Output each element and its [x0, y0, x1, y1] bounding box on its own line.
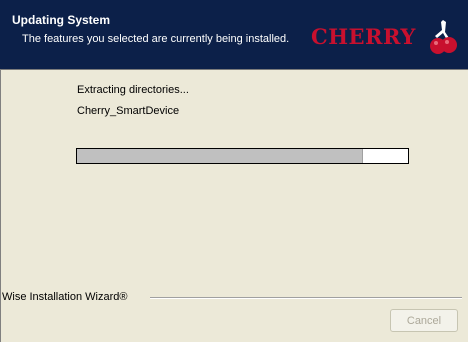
progress-bar	[76, 148, 409, 164]
status-line-action: Extracting directories...	[77, 84, 189, 96]
installer-window: Updating System The features you selecte…	[0, 0, 468, 342]
progress-fill	[77, 149, 363, 163]
cancel-button[interactable]: Cancel	[390, 309, 458, 332]
header-banner: Updating System The features you selecte…	[0, 0, 468, 70]
cherry-logo: CHERRY	[311, 18, 463, 58]
header-title: Updating System	[12, 13, 111, 27]
cherry-icon	[430, 20, 457, 54]
status-line-component: Cherry_SmartDevice	[77, 105, 180, 117]
wizard-branding-label: Wise Installation Wizard®	[2, 291, 132, 303]
footer-divider	[150, 297, 462, 299]
header-subtitle: The features you selected are currently …	[22, 33, 290, 45]
logo-text: CHERRY	[311, 24, 416, 49]
